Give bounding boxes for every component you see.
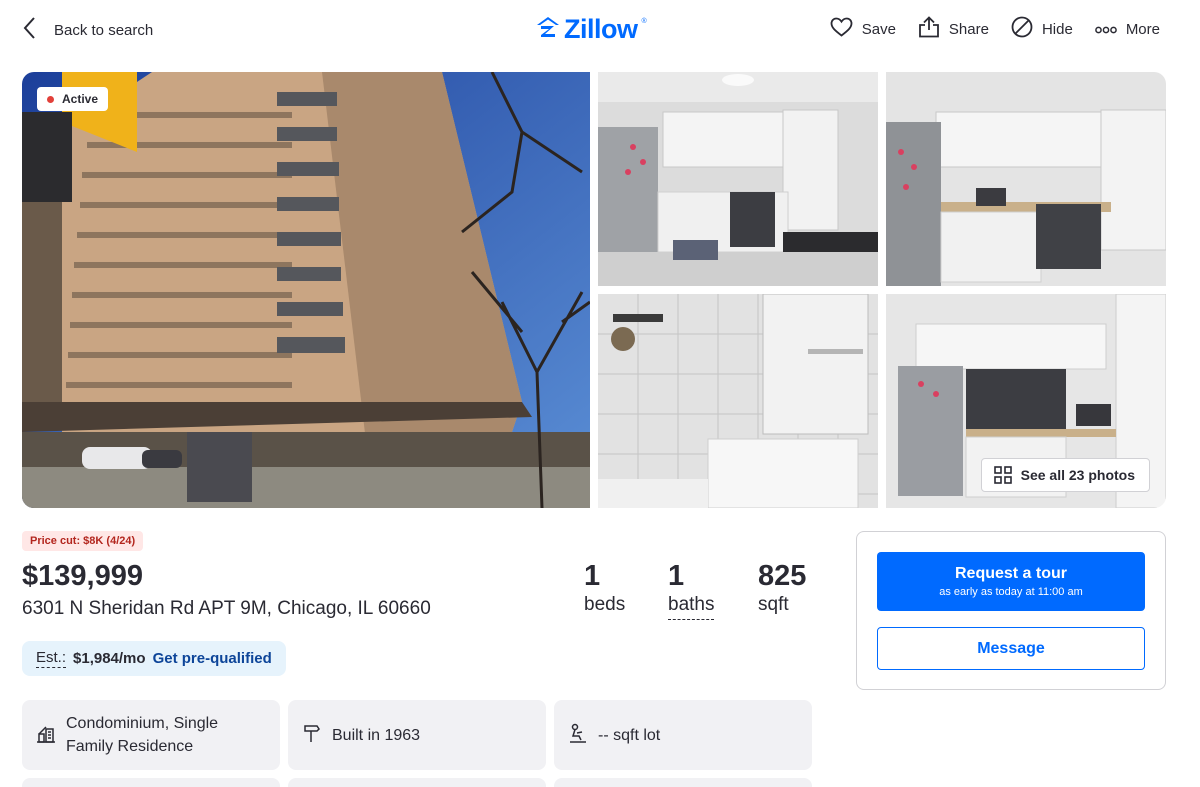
baths-fact[interactable]: 1 baths [668,560,715,620]
photo-bathroom[interactable] [598,294,878,508]
hide-label: Hide [1041,20,1073,38]
zillow-logo[interactable]: Zillow ® [536,14,647,45]
home-type-line1: Condominium, Single [66,715,219,732]
sqft-label: sqft [758,594,789,615]
photo-kitchen-1[interactable] [598,72,878,286]
request-tour-subtext: as early as today at 11:00 am [939,586,1083,598]
payment-estimate: Est.: $1,984/mo Get pre-qualified [22,641,286,676]
baths-label: baths [668,594,715,620]
status-dot [47,95,54,103]
lot-icon [568,723,588,748]
fact-tile-year-built: Built in 1963 [288,700,546,770]
sqft-fact: 825 sqft [758,560,806,616]
fact-tile-row2-1 [22,778,280,787]
see-all-photos-button[interactable]: See all 23 photos [980,458,1150,492]
listing-address: 6301 N Sheridan Rd APT 9M, Chicago, IL 6… [22,598,431,619]
chevron-left-icon [22,16,36,45]
beds-fact: 1 beds [584,560,625,616]
grid-icon [993,466,1012,484]
share-icon [918,16,940,42]
building-icon [36,723,56,748]
sqft-value: 825 [758,560,807,592]
photo-gallery: Active See all 23 photos [22,72,1166,508]
more-button[interactable]: More [1094,20,1160,38]
more-icon [1094,21,1117,38]
trademark-mark: ® [641,18,647,25]
request-tour-button[interactable]: Request a tour as early as today at 11:0… [877,552,1145,611]
fact-tile-row2-3 [554,778,812,787]
hide-button[interactable]: Hide [1011,16,1073,42]
listing-actions: Save Share Hide More [830,16,1160,42]
contact-card: Request a tour as early as today at 11:0… [856,531,1166,690]
zillow-logo-icon [536,15,560,44]
beds-value: 1 [584,560,601,592]
zillow-logo-text: Zillow [564,14,638,44]
listing-price: $139,999 [22,560,143,592]
photo-kitchen-2[interactable] [886,72,1166,286]
baths-value: 1 [668,560,685,592]
save-label: Save [861,20,896,38]
photo-kitchen-3[interactable]: See all 23 photos [886,294,1166,508]
hide-icon [1011,16,1033,42]
estimate-value: $1,984/mo [73,650,146,667]
price-cut-badge: Price cut: $8K (4/24) [22,531,144,551]
status-badge-label: Active [62,92,99,106]
heart-icon [830,17,853,41]
see-all-photos-label: See all 23 photos [1020,467,1135,483]
fact-tile-row2-2 [288,778,546,787]
back-to-search-link[interactable]: Back to search [22,16,153,45]
share-button[interactable]: Share [918,16,989,42]
message-button[interactable]: Message [877,627,1145,670]
home-type-text: Condominium, Single Family Residence [66,712,218,758]
fact-tile-home-type: Condominium, Single Family Residence [22,700,280,770]
back-to-search-label: Back to search [54,22,154,39]
share-label: Share [948,20,989,38]
main-photo-building-exterior[interactable]: Active [22,72,590,508]
estimate-label[interactable]: Est.: [36,649,67,668]
more-label: More [1125,20,1160,38]
home-type-line2: Family Residence [66,738,194,755]
top-bar: Back to search Zillow ® Save Share Hide … [0,0,1200,60]
request-tour-label: Request a tour [954,565,1067,582]
hammer-icon [302,723,322,748]
save-button[interactable]: Save [830,17,896,41]
beds-label: beds [584,594,626,615]
status-badge: Active [37,87,109,111]
fact-tile-lot-size: -- sqft lot [554,700,812,770]
year-built-text: Built in 1963 [332,726,421,744]
get-pre-qualified-link[interactable]: Get pre-qualified [153,650,272,667]
lot-size-text: -- sqft lot [598,726,661,744]
